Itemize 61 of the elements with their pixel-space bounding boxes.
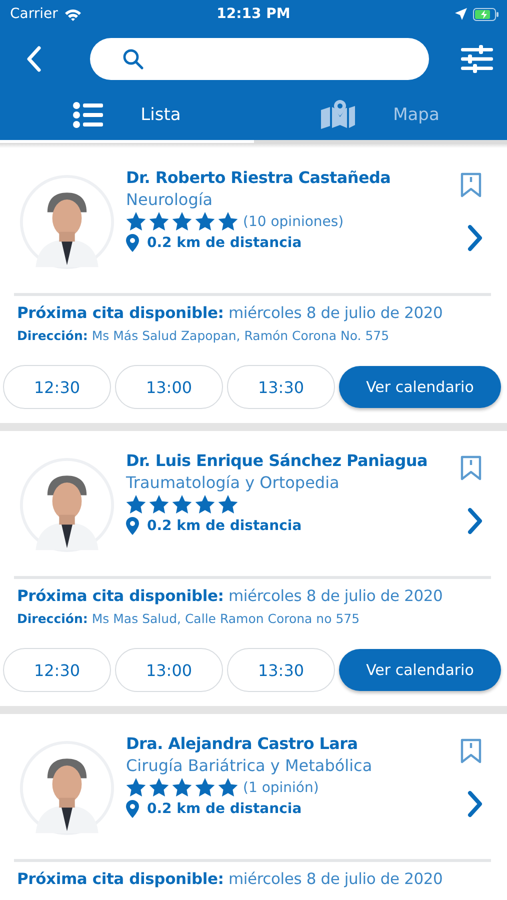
next-appointment-text: Próxima cita disponible: miércoles 8 de julio de 2020	[16, 870, 444, 888]
bookmark-icon[interactable]	[460, 455, 482, 481]
tab[interactable]: Mapa	[254, 90, 507, 140]
time-slot-button[interactable]: 13:30	[227, 648, 335, 692]
bookmark-icon[interactable]	[460, 172, 482, 198]
specialty-label: Traumatología y Ortopedia	[126, 473, 340, 492]
location-pin-icon	[126, 517, 139, 535]
time-slot-button[interactable]: 13:30	[227, 365, 335, 409]
calendar-button[interactable]: Ver calendario	[339, 366, 501, 408]
star-icon	[126, 212, 146, 231]
doctor-name: Dra. Alejandra Castro Lara	[126, 734, 359, 753]
reviews-count: (10 opiniones)	[243, 214, 344, 230]
star-icon	[218, 212, 238, 231]
clock-time: 12:13 PM	[216, 6, 292, 22]
star-icon	[195, 495, 215, 514]
doctor-name: Dr. Roberto Riestra Castañeda	[126, 168, 392, 187]
calendar-button[interactable]: Ver calendario	[339, 649, 501, 691]
address-text: Dirección: Ms Más Salud Zapopan, Ramón Corona No. 575	[16, 328, 390, 343]
time-slot-button[interactable]: 12:30	[3, 648, 111, 692]
wifi-icon	[64, 8, 82, 20]
bookmark-icon[interactable]	[460, 738, 482, 764]
star-icon	[195, 212, 215, 231]
chevron-right-icon[interactable]	[467, 507, 483, 535]
distance-label: 0.2 km de distancia	[147, 235, 302, 251]
time-slot-button[interactable]: 13:00	[115, 648, 223, 692]
back-icon[interactable]	[26, 46, 42, 72]
distance-label: 0.2 km de distancia	[147, 801, 302, 817]
star-icon	[172, 212, 192, 231]
chevron-right-icon[interactable]	[467, 224, 483, 252]
next-appointment-text: Próxima cita disponible: miércoles 8 de julio de 2020	[16, 304, 444, 322]
doctor-name: Dr. Luis Enrique Sánchez Paniagua	[126, 451, 428, 470]
time-slot-button[interactable]: 12:30	[3, 365, 111, 409]
distance-label: 0.2 km de distancia	[147, 518, 302, 534]
star-icon	[195, 778, 215, 797]
tab[interactable]: Lista	[0, 90, 254, 140]
star-icon	[172, 495, 192, 514]
search-icon	[122, 48, 144, 70]
star-icon	[149, 778, 169, 797]
location-pin-icon	[126, 234, 139, 252]
star-icon	[172, 778, 192, 797]
battery-icon	[473, 8, 499, 20]
location-pin-icon	[126, 800, 139, 818]
star-icon	[149, 212, 169, 231]
search-field[interactable]	[90, 38, 429, 80]
next-appointment-text: Próxima cita disponible: miércoles 8 de julio de 2020	[16, 587, 444, 605]
star-icon	[218, 495, 238, 514]
specialty-label: Cirugía Bariátrica y Metabólica	[126, 756, 374, 775]
star-icon	[126, 495, 146, 514]
time-slot-button[interactable]: 13:00	[115, 365, 223, 409]
chevron-right-icon[interactable]	[467, 790, 483, 818]
specialty-label: Neurología	[126, 190, 214, 209]
star-icon	[149, 495, 169, 514]
address-text: Dirección: Ms Mas Salud, Calle Ramon Corona no 575	[16, 611, 361, 626]
map-icon	[321, 100, 356, 130]
filter-icon[interactable]	[461, 45, 493, 73]
star-icon	[126, 778, 146, 797]
carrier-label: Carrier	[10, 6, 58, 22]
location-arrow-icon	[455, 8, 467, 20]
star-icon	[218, 778, 238, 797]
list-icon	[72, 100, 103, 130]
reviews-count: (1 opinión)	[243, 780, 319, 796]
